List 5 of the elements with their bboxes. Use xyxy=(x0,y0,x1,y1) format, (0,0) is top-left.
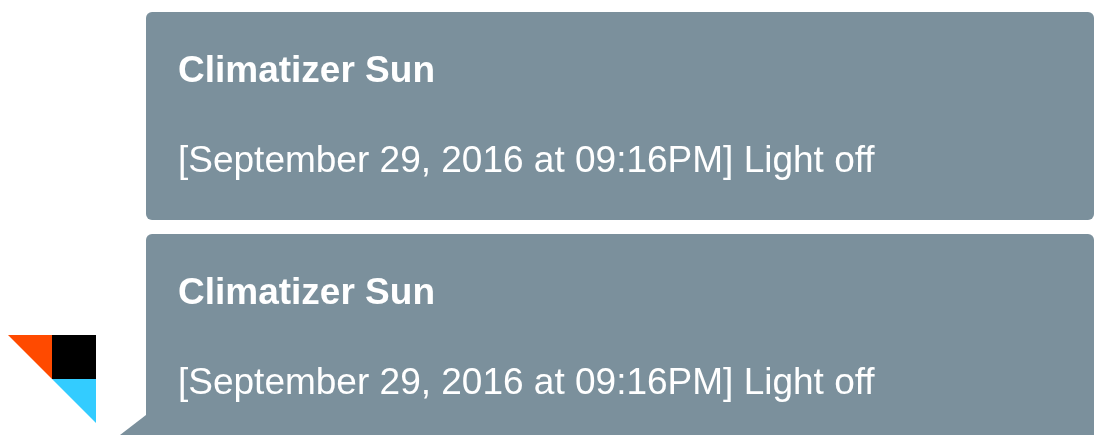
message-text: [September 29, 2016 at 09:16PM] Light off xyxy=(178,138,876,182)
message-title: Climatizer Sun xyxy=(178,270,436,314)
message-text: [September 29, 2016 at 09:16PM] Light off xyxy=(178,360,876,404)
message-title: Climatizer Sun xyxy=(178,48,436,92)
logo-icon xyxy=(8,335,96,423)
